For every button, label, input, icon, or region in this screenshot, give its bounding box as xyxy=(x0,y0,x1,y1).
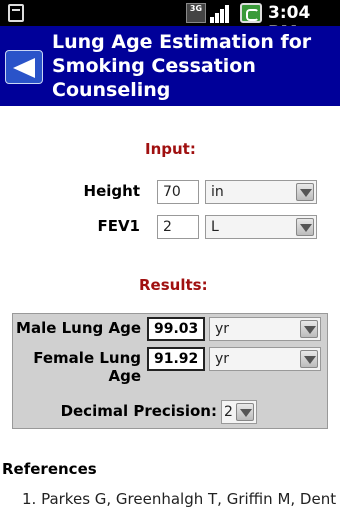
results-panel: Male Lung Age 99.03 yr Female Lung Age 9… xyxy=(12,313,328,429)
fev1-input[interactable]: 2 xyxy=(157,215,199,239)
page-title: Lung Age Estimation for Smoking Cessatio… xyxy=(52,31,312,101)
fev1-unit-value: L xyxy=(211,219,219,235)
height-unit-select[interactable]: in xyxy=(205,180,317,204)
height-label: Height xyxy=(83,182,140,200)
chevron-down-icon xyxy=(300,350,318,368)
female-lung-age-label: Female Lung Age xyxy=(33,349,141,385)
fev1-label: FEV1 xyxy=(97,217,140,235)
status-bar: 3G 3:04 PM xyxy=(0,0,340,43)
title-bar: Lung Age Estimation for Smoking Cessatio… xyxy=(0,26,340,106)
fev1-unit-select[interactable]: L xyxy=(205,215,317,239)
sd-card-icon xyxy=(8,4,24,22)
back-arrow-icon xyxy=(13,58,35,78)
male-lung-age-label: Male Lung Age xyxy=(16,319,141,337)
female-lung-age-value: 91.92 xyxy=(147,347,205,371)
male-unit-value: yr xyxy=(215,321,230,337)
battery-icon xyxy=(240,3,262,23)
height-unit-value: in xyxy=(211,184,224,200)
male-unit-select[interactable]: yr xyxy=(209,317,321,341)
female-unit-select[interactable]: yr xyxy=(209,347,321,371)
signal-strength-icon xyxy=(210,3,232,23)
network-label: 3G xyxy=(189,4,203,13)
decimal-precision-select[interactable]: 2 xyxy=(221,400,257,424)
chevron-down-icon xyxy=(296,183,314,201)
decimal-precision-label: Decimal Precision: xyxy=(60,402,217,420)
chevron-down-icon xyxy=(296,218,314,236)
male-lung-age-value: 99.03 xyxy=(147,317,205,341)
reference-item: 1. Parkes G, Greenhalgh T, Griffin M, De… xyxy=(22,490,340,508)
network-3g-icon: 3G xyxy=(186,3,206,23)
references-heading: References xyxy=(2,460,97,478)
input-heading: Input: xyxy=(145,140,196,158)
female-unit-value: yr xyxy=(215,351,230,367)
back-button[interactable] xyxy=(5,50,43,84)
chevron-down-icon xyxy=(300,320,318,338)
chevron-down-icon xyxy=(236,403,254,421)
results-heading: Results: xyxy=(139,276,208,294)
decimal-precision-value: 2 xyxy=(224,404,233,420)
height-input[interactable]: 70 xyxy=(157,180,199,204)
